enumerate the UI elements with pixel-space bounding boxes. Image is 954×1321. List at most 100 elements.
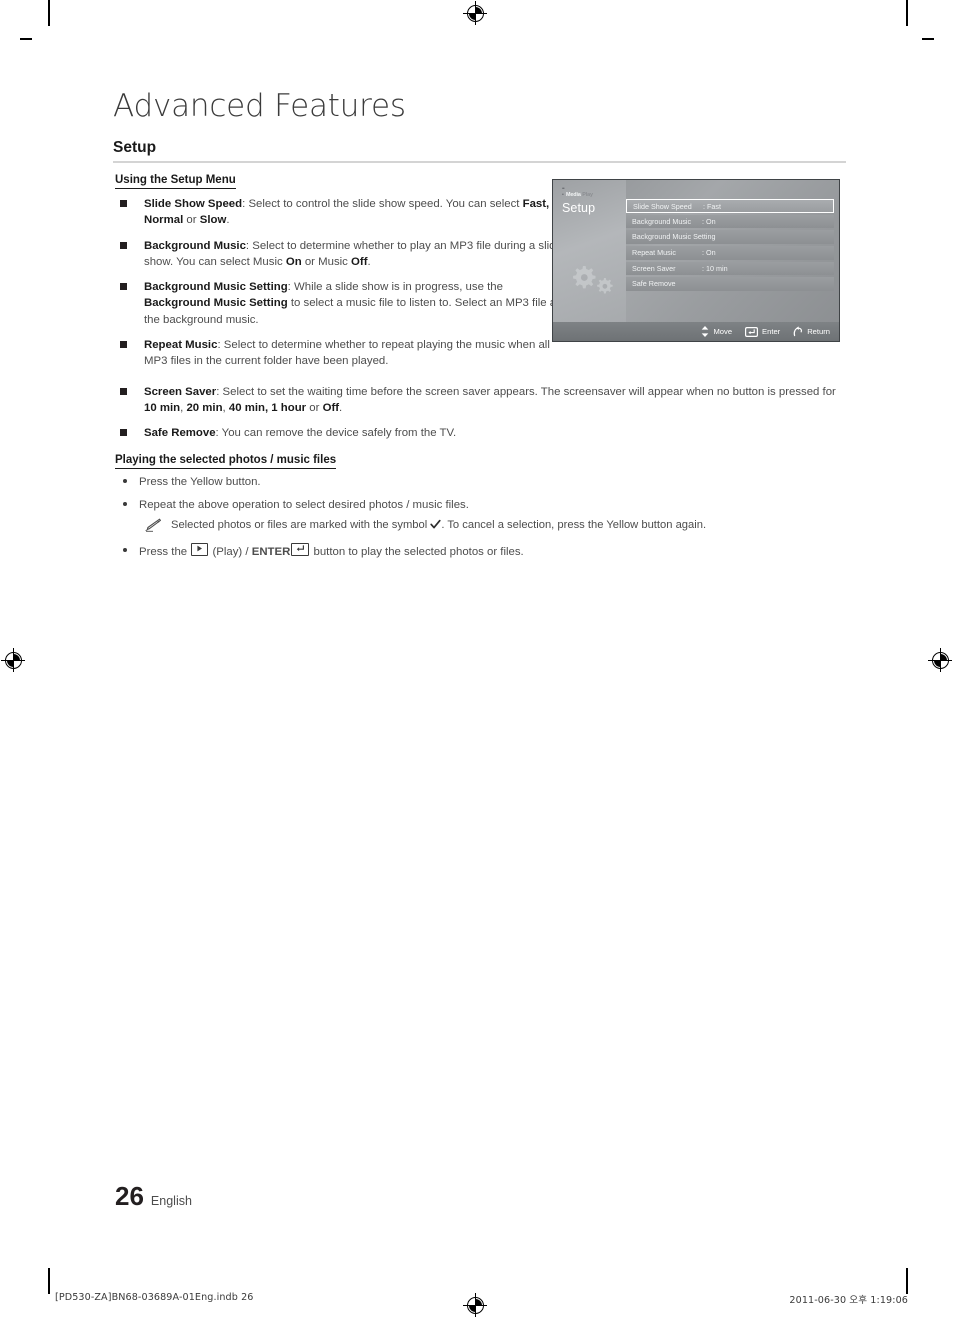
step-text: (Play) / bbox=[212, 545, 249, 558]
square-bullet-icon bbox=[120, 283, 127, 291]
page-number-block: 26 English bbox=[115, 1181, 192, 1212]
osd-hint-move: Move bbox=[701, 326, 732, 337]
option-bold: 10 min bbox=[144, 401, 181, 414]
enter-key-icon bbox=[745, 326, 759, 337]
round-bullet-icon bbox=[123, 502, 127, 507]
page-number: 26 bbox=[115, 1181, 144, 1211]
page-language: English bbox=[150, 1194, 192, 1208]
osd-row-value: : 10 min bbox=[702, 263, 728, 273]
osd-row-background-music-setting[interactable]: Background Music Setting bbox=[626, 230, 834, 244]
step-text: Repeat the above operation to select des… bbox=[139, 499, 469, 512]
enter-label: ENTER bbox=[251, 545, 291, 558]
registration-mark-left bbox=[1, 648, 25, 672]
playing-steps-list: Press the Yellow button. Repeat the abov… bbox=[115, 474, 848, 567]
round-bullet-icon bbox=[123, 479, 127, 483]
osd-row-value: : Fast bbox=[703, 202, 721, 211]
list-item: Slide Show Speed: Select to control the … bbox=[115, 196, 569, 229]
square-bullet-icon bbox=[120, 200, 127, 207]
option-term: Repeat Music bbox=[144, 339, 218, 352]
list-item: Press the (Play) / ENTER button to play … bbox=[115, 542, 848, 560]
step-text: Press the bbox=[139, 545, 188, 558]
option-term: Background Music Setting bbox=[144, 281, 288, 294]
note-line: Selected photos or files are marked with… bbox=[139, 517, 848, 535]
list-item: Background Music Setting: While a slide … bbox=[115, 279, 569, 328]
option-text: or bbox=[183, 214, 200, 227]
osd-hint-label: Enter bbox=[762, 327, 781, 336]
osd-hint-label: Return bbox=[807, 327, 830, 336]
list-item: Background Music: Select to determine wh… bbox=[115, 238, 569, 271]
list-item: Safe Remove: You can remove the device s… bbox=[115, 425, 844, 441]
osd-row-label: Background Music Setting bbox=[632, 232, 716, 242]
option-bold: On bbox=[285, 255, 302, 268]
note-suffix: . To cancel a selection, press the Yello… bbox=[441, 518, 707, 531]
step-text: button to play the selected photos or fi… bbox=[313, 545, 524, 558]
registration-mark-right bbox=[928, 648, 952, 672]
option-text: : Select to control the slide show speed… bbox=[242, 198, 523, 210]
play-button-icon bbox=[191, 542, 209, 556]
square-bullet-icon bbox=[120, 341, 127, 349]
osd-row-label: Background Music bbox=[632, 216, 692, 226]
subheading-using-setup-menu: Using the Setup Menu bbox=[115, 174, 236, 189]
crop-mark-top-left bbox=[48, 0, 50, 26]
square-bullet-icon bbox=[120, 429, 127, 437]
list-item: Repeat the above operation to select des… bbox=[115, 497, 848, 534]
osd-row-background-music[interactable]: Background Music : On bbox=[626, 214, 834, 229]
osd-row-slide-show-speed[interactable]: Slide Show Speed : Fast bbox=[626, 199, 834, 213]
option-bold: Off bbox=[351, 255, 368, 268]
crop-mark-bottom-left bbox=[48, 1268, 50, 1294]
crop-mark-left-top bbox=[20, 38, 32, 40]
updown-arrow-icon bbox=[701, 326, 709, 337]
list-item: Press the Yellow button. bbox=[115, 474, 848, 490]
crop-mark-right-top bbox=[922, 38, 934, 40]
list-item: Screen Saver: Select to set the waiting … bbox=[115, 384, 844, 417]
osd-hint-bar: Move Enter Return bbox=[553, 322, 839, 341]
square-bullet-icon bbox=[120, 241, 127, 249]
option-term: Slide Show Speed bbox=[144, 198, 243, 210]
logo-play-text: Play bbox=[582, 192, 593, 198]
section-divider bbox=[113, 161, 846, 163]
gears-icon bbox=[566, 262, 618, 303]
osd-hint-return: Return bbox=[793, 326, 830, 337]
option-text: . bbox=[367, 255, 371, 268]
option-text: . bbox=[226, 214, 230, 227]
media-play-logo: ▪▪ ▪ Media Play bbox=[562, 186, 593, 198]
option-bold: 20 min bbox=[186, 401, 223, 414]
option-text: or Music bbox=[301, 255, 352, 268]
logo-media-text: Media bbox=[566, 192, 581, 198]
option-bold: Off bbox=[322, 401, 340, 414]
osd-row-value: : On bbox=[702, 216, 716, 226]
osd-hint-label: Move bbox=[713, 327, 733, 336]
subheading-playing-files: Playing the selected photos / music file… bbox=[115, 454, 337, 469]
crop-mark-top-right bbox=[906, 0, 908, 26]
osd-row-value: : On bbox=[702, 248, 716, 258]
option-text: : Select to set the waiting time before … bbox=[216, 385, 836, 398]
osd-row-repeat-music[interactable]: Repeat Music : On bbox=[626, 246, 834, 260]
osd-row-label: Slide Show Speed bbox=[633, 202, 692, 211]
option-text: : While a slide show is in progress, use… bbox=[287, 281, 503, 294]
return-arrow-icon bbox=[793, 326, 803, 337]
tv-setup-menu-screenshot: ▪▪ ▪ Media Play Setup Slide Show Speed:… bbox=[552, 179, 840, 342]
option-text: : You can remove the device safely from … bbox=[215, 427, 457, 440]
option-text: . bbox=[339, 401, 343, 414]
osd-row-label: Repeat Music bbox=[632, 248, 676, 258]
option-term: Background Music bbox=[144, 239, 246, 252]
print-footer-timestamp: 2011-06-30 오후 1:19:06 bbox=[789, 1295, 908, 1306]
osd-left-panel: ▪▪ ▪ Media Play Setup bbox=[553, 180, 626, 322]
osd-row-safe-remove[interactable]: Safe Remove bbox=[626, 277, 834, 291]
osd-menu-rows: Slide Show Speed : Fast Background Music… bbox=[626, 199, 834, 293]
section-heading: Setup bbox=[113, 139, 157, 156]
option-term: Screen Saver bbox=[144, 385, 217, 398]
osd-hint-enter: Enter bbox=[745, 326, 781, 337]
enter-key-icon bbox=[291, 542, 310, 556]
checkmark-icon bbox=[430, 519, 441, 535]
round-bullet-icon bbox=[123, 547, 127, 552]
option-bold: Slow bbox=[199, 214, 227, 227]
osd-row-screen-saver[interactable]: Screen Saver : 10 min bbox=[626, 261, 834, 276]
crop-mark-bottom-right bbox=[906, 1268, 908, 1294]
option-term: Safe Remove bbox=[144, 427, 216, 440]
osd-row-label: Safe Remove bbox=[632, 279, 676, 289]
option-bold: 40 min, 1 hour bbox=[228, 401, 307, 414]
pencil-note-icon bbox=[145, 518, 162, 532]
page-title: Advanced Features bbox=[113, 88, 406, 124]
osd-row-label: Screen Saver bbox=[632, 263, 676, 273]
